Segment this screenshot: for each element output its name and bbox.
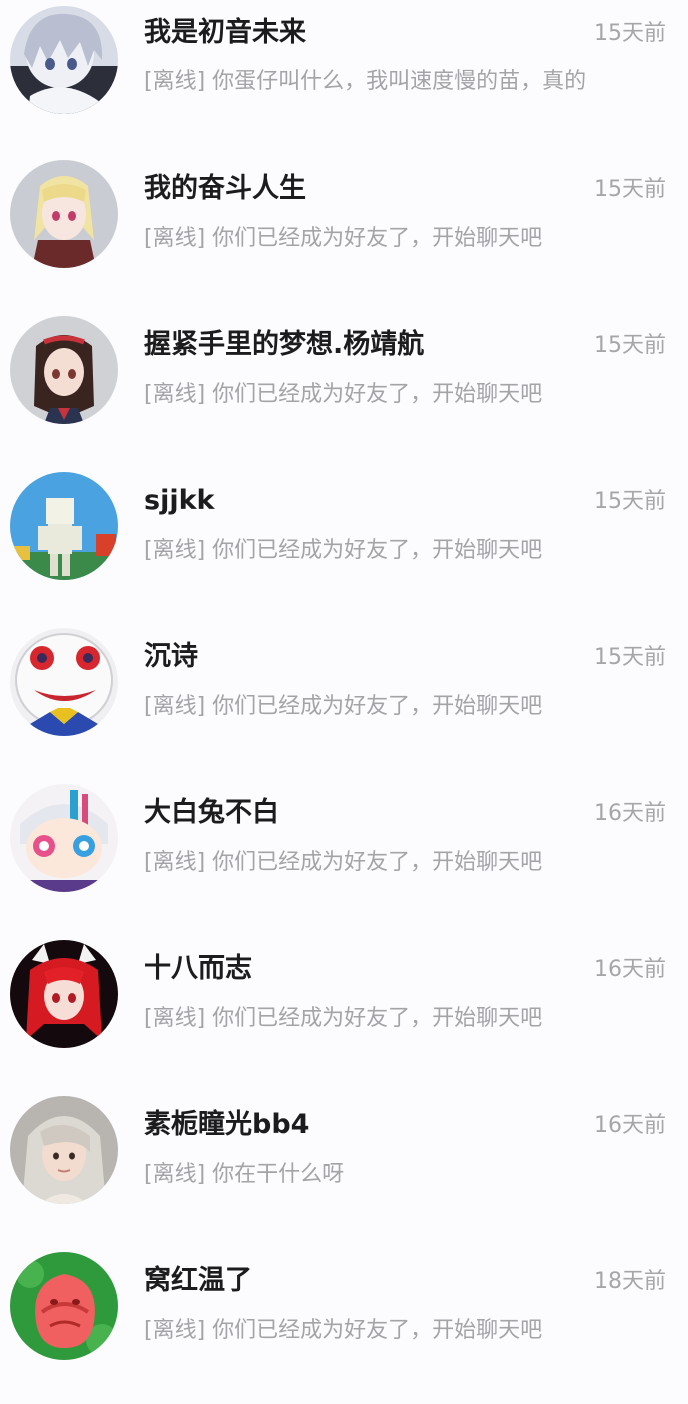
message-preview: [离线] 你们已经成为好友了，开始聊天吧: [144, 1316, 644, 1346]
avatar[interactable]: [10, 940, 118, 1048]
contact-name: 沉诗: [144, 641, 198, 672]
message-text: 你们已经成为好友了，开始聊天吧: [212, 1006, 543, 1031]
message-text: 你蛋仔叫什么，我叫速度慢的苗，真的: [212, 69, 587, 94]
chat-row[interactable]: 我是初音未来 15天前 [离线] 你蛋仔叫什么，我叫速度慢的苗，真的: [0, 0, 688, 156]
timestamp: 15天前: [594, 333, 666, 358]
timestamp: 16天前: [594, 957, 666, 982]
contact-name: 素栀瞳光bb4: [144, 1109, 310, 1140]
message-text: 你们已经成为好友了，开始聊天吧: [212, 694, 543, 719]
timestamp: 18天前: [594, 1269, 666, 1294]
avatar-image: [10, 784, 118, 892]
status-label: [离线]: [144, 1318, 206, 1343]
message-preview: [离线] 你们已经成为好友了，开始聊天吧: [144, 380, 644, 410]
avatar-image: [10, 628, 118, 736]
timestamp: 15天前: [594, 489, 666, 514]
contact-name: 握紧手里的梦想.杨靖航: [144, 329, 425, 360]
avatar-image: [10, 940, 118, 1048]
avatar-image: [10, 1096, 118, 1204]
contact-name: 窝红温了: [144, 1265, 252, 1296]
avatar[interactable]: [10, 472, 118, 580]
message-text: 你们已经成为好友了，开始聊天吧: [212, 382, 543, 407]
message-text: 你们已经成为好友了，开始聊天吧: [212, 538, 543, 563]
avatar[interactable]: [10, 160, 118, 268]
chat-row[interactable]: 沉诗 15天前 [离线] 你们已经成为好友了，开始聊天吧: [0, 624, 688, 780]
status-label: [离线]: [144, 850, 206, 875]
chat-row[interactable]: 握紧手里的梦想.杨靖航 15天前 [离线] 你们已经成为好友了，开始聊天吧: [0, 312, 688, 468]
message-preview: [离线] 你们已经成为好友了，开始聊天吧: [144, 692, 644, 722]
timestamp: 15天前: [594, 21, 666, 46]
contact-name: 大白兔不白: [144, 797, 279, 828]
avatar-image: [10, 160, 118, 268]
contact-name: 我的奋斗人生: [144, 173, 306, 204]
message-text: 你们已经成为好友了，开始聊天吧: [212, 226, 543, 251]
avatar-image: [10, 6, 118, 114]
avatar[interactable]: [10, 1252, 118, 1360]
chat-row[interactable]: 大白兔不白 16天前 [离线] 你们已经成为好友了，开始聊天吧: [0, 780, 688, 936]
message-preview: [离线] 你蛋仔叫什么，我叫速度慢的苗，真的: [144, 67, 644, 97]
status-label: [离线]: [144, 1162, 206, 1187]
status-label: [离线]: [144, 69, 206, 94]
status-label: [离线]: [144, 538, 206, 563]
contact-name: 十八而志: [144, 953, 252, 984]
chat-list: 我是初音未来 15天前 [离线] 你蛋仔叫什么，我叫速度慢的苗，真的 我的奋斗人…: [0, 0, 688, 1363]
chat-row[interactable]: 十八而志 16天前 [离线] 你们已经成为好友了，开始聊天吧: [0, 936, 688, 1092]
status-label: [离线]: [144, 1006, 206, 1031]
avatar-image: [10, 316, 118, 424]
chat-row[interactable]: 素栀瞳光bb4 16天前 [离线] 你在干什么呀: [0, 1092, 688, 1248]
avatar[interactable]: [10, 6, 118, 114]
chat-row[interactable]: 我的奋斗人生 15天前 [离线] 你们已经成为好友了，开始聊天吧: [0, 156, 688, 312]
timestamp: 16天前: [594, 1113, 666, 1138]
message-text: 你们已经成为好友了，开始聊天吧: [212, 1318, 543, 1343]
avatar-image: [10, 472, 118, 580]
message-preview: [离线] 你在干什么呀: [144, 1160, 644, 1190]
avatar[interactable]: [10, 784, 118, 892]
status-label: [离线]: [144, 694, 206, 719]
timestamp: 15天前: [594, 645, 666, 670]
message-preview: [离线] 你们已经成为好友了，开始聊天吧: [144, 1004, 644, 1034]
contact-name: sjjkk: [144, 485, 215, 516]
avatar[interactable]: [10, 1096, 118, 1204]
timestamp: 15天前: [594, 177, 666, 202]
status-label: [离线]: [144, 382, 206, 407]
chat-row[interactable]: sjjkk 15天前 [离线] 你们已经成为好友了，开始聊天吧: [0, 468, 688, 624]
message-text: 你们已经成为好友了，开始聊天吧: [212, 850, 543, 875]
message-preview: [离线] 你们已经成为好友了，开始聊天吧: [144, 224, 644, 254]
chat-row[interactable]: 窝红温了 18天前 [离线] 你们已经成为好友了，开始聊天吧: [0, 1248, 688, 1404]
timestamp: 16天前: [594, 801, 666, 826]
avatar[interactable]: [10, 316, 118, 424]
message-preview: [离线] 你们已经成为好友了，开始聊天吧: [144, 848, 644, 878]
message-text: 你在干什么呀: [212, 1162, 345, 1187]
avatar-image: [10, 1252, 118, 1360]
avatar[interactable]: [10, 628, 118, 736]
contact-name: 我是初音未来: [144, 17, 306, 48]
status-label: [离线]: [144, 226, 206, 251]
message-preview: [离线] 你们已经成为好友了，开始聊天吧: [144, 536, 644, 566]
